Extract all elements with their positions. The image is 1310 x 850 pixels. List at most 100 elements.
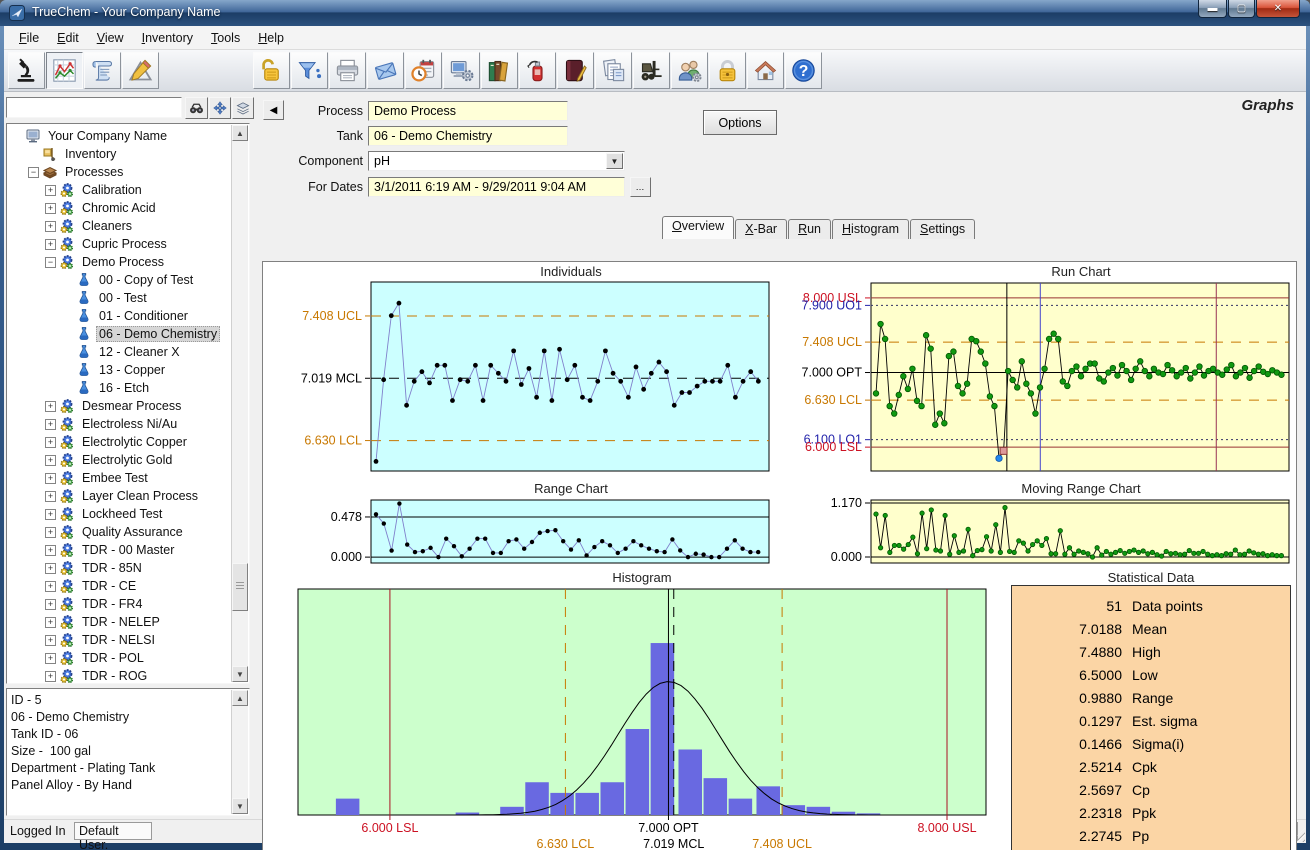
tree-item[interactable]: Inventory [7,145,249,163]
graphs-toolbar-button[interactable] [46,52,83,89]
expand-toggle[interactable]: + [45,545,56,556]
menu-inventory[interactable]: Inventory [133,28,202,48]
test-results-toolbar-button[interactable] [84,52,121,89]
component-select[interactable]: pH▼ [368,151,625,171]
microscope-toolbar-button[interactable] [8,52,45,89]
reports-toolbar-button[interactable] [595,52,632,89]
unlock-toolbar-button[interactable] [253,52,290,89]
find-button[interactable] [185,97,208,119]
tree-item[interactable]: +Lockheed Test [7,505,249,523]
expand-toggle[interactable]: + [45,617,56,628]
process-field[interactable]: Demo Process [368,101,568,121]
safety-toolbar-button[interactable] [519,52,556,89]
filter-toolbar-button[interactable] [291,52,328,89]
tree-item[interactable]: +Electroless Ni/Au [7,415,249,433]
expand-toggle[interactable]: + [45,419,56,430]
tree-item[interactable]: 06 - Demo Chemistry [7,325,249,343]
collapse-all-button[interactable] [232,97,254,119]
expand-toggle[interactable]: + [45,437,56,448]
tab-overview[interactable]: Overview [662,216,734,239]
tree-item[interactable]: Your Company Name [7,127,249,145]
expand-toggle[interactable]: + [45,185,56,196]
tab-run[interactable]: Run [788,219,831,239]
tree-item[interactable]: 01 - Conditioner [7,307,249,325]
tree-item[interactable]: +TDR - NELEP [7,613,249,631]
tree-item[interactable]: +TDR - FR4 [7,595,249,613]
tree-item[interactable]: +Electrolytic Copper [7,433,249,451]
tree-item[interactable]: +Electrolytic Gold [7,451,249,469]
expand-toggle[interactable]: + [45,599,56,610]
date-picker-button[interactable]: … [630,177,651,197]
library-toolbar-button[interactable] [481,52,518,89]
tree-item[interactable]: 00 - Test [7,289,249,307]
menu-edit[interactable]: Edit [48,28,88,48]
system-toolbar-button[interactable] [443,52,480,89]
tree-item[interactable]: +Chromic Acid [7,199,249,217]
scroll-up-icon[interactable]: ▲ [232,125,248,141]
expand-toggle[interactable]: + [45,581,56,592]
expand-toggle[interactable]: + [45,563,56,574]
tree-item[interactable]: 16 - Etch [7,379,249,397]
expand-toggle[interactable]: + [45,671,56,682]
tree-item[interactable]: +Calibration [7,181,249,199]
scroll-down-icon[interactable]: ▼ [232,666,248,682]
expand-toggle[interactable]: + [45,203,56,214]
expand-toggle[interactable]: + [45,239,56,250]
info-scrollbar[interactable]: ▲ ▼ [231,690,248,814]
chevron-down-icon[interactable]: ▼ [606,153,623,169]
search-input[interactable] [6,97,182,118]
expand-toggle[interactable]: + [45,653,56,664]
send-toolbar-button[interactable] [367,52,404,89]
expand-toggle[interactable]: + [45,491,56,502]
tree-item[interactable]: +Layer Clean Process [7,487,249,505]
scroll-up-icon[interactable]: ▲ [232,690,248,706]
expand-toggle[interactable]: + [45,221,56,232]
expand-toggle[interactable]: + [45,527,56,538]
print-toolbar-button[interactable] [329,52,366,89]
security-toolbar-button[interactable] [709,52,746,89]
tree-item[interactable]: +Quality Assurance [7,523,249,541]
scroll-down-icon[interactable]: ▼ [232,798,248,814]
drafting-toolbar-button[interactable] [122,52,159,89]
tree-item[interactable]: +TDR - NELSI [7,631,249,649]
help-toolbar-button[interactable]: ? [785,52,822,89]
options-button[interactable]: Options [703,110,777,135]
tree-item[interactable]: +Cupric Process [7,235,249,253]
maximize-button[interactable]: ▢ [1228,0,1255,18]
tab-settings[interactable]: Settings [910,219,975,239]
menu-view[interactable]: View [88,28,133,48]
tank-field[interactable]: 06 - Demo Chemistry [368,126,568,146]
tree-item[interactable]: 12 - Cleaner X [7,343,249,361]
for-dates-field[interactable]: 3/1/2011 6:19 AM - 9/29/2011 9:04 AM [368,177,625,197]
expand-toggle[interactable]: − [28,167,39,178]
expand-toggle[interactable]: + [45,473,56,484]
tab-x-bar[interactable]: X-Bar [735,219,787,239]
tree-item[interactable]: +Embee Test [7,469,249,487]
expand-toggle[interactable]: − [45,257,56,268]
expand-toggle[interactable]: + [45,401,56,412]
users-toolbar-button[interactable] [671,52,708,89]
tree-item[interactable]: +TDR - CE [7,577,249,595]
tree-item[interactable]: +TDR - 00 Master [7,541,249,559]
tree-scrollbar[interactable]: ▲ ▼ [231,125,248,682]
forklift-toolbar-button[interactable] [633,52,670,89]
menu-tools[interactable]: Tools [202,28,249,48]
expand-toggle[interactable]: + [45,635,56,646]
tree-item[interactable]: +TDR - POL [7,649,249,667]
tree-item[interactable]: 13 - Copper [7,361,249,379]
tree-item[interactable]: +Desmear Process [7,397,249,415]
tree-item[interactable]: +TDR - ROG [7,667,249,684]
expand-all-button[interactable] [209,97,231,119]
menu-help[interactable]: Help [249,28,293,48]
schedule-toolbar-button[interactable] [405,52,442,89]
menu-file[interactable]: File [10,28,48,48]
tree-scroll-thumb[interactable] [232,563,248,611]
home-toolbar-button[interactable] [747,52,784,89]
expand-toggle[interactable]: + [45,455,56,466]
tree-item[interactable]: +Cleaners [7,217,249,235]
tree-item[interactable]: 00 - Copy of Test [7,271,249,289]
journal-toolbar-button[interactable] [557,52,594,89]
tab-histogram[interactable]: Histogram [832,219,909,239]
tree-item[interactable]: −Processes [7,163,249,181]
minimize-button[interactable]: ▬ [1198,0,1227,18]
